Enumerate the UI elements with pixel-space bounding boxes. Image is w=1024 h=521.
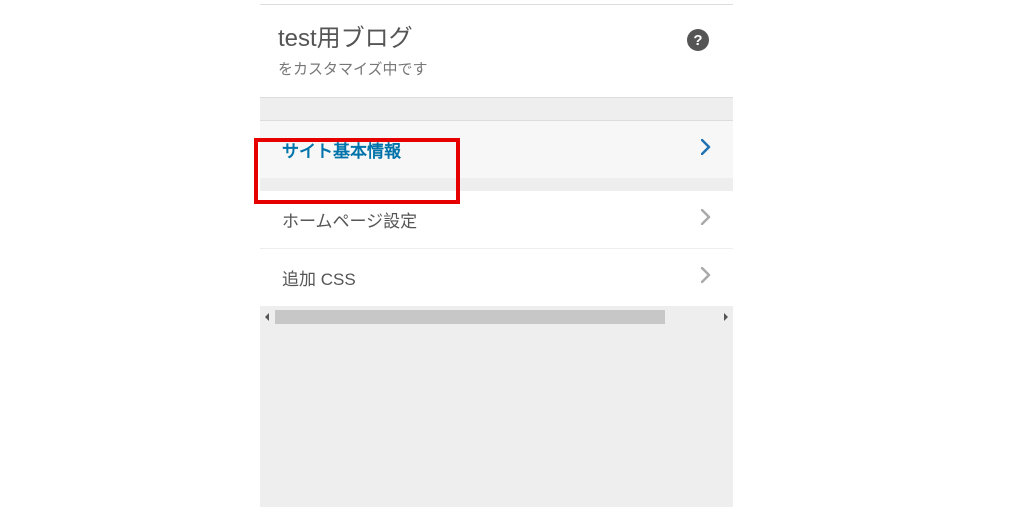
menu-item-site-identity[interactable]: サイト基本情報 (260, 121, 733, 179)
chevron-right-icon (701, 139, 711, 160)
menu-gap (260, 179, 733, 191)
scroll-thumb[interactable] (275, 310, 665, 324)
chevron-right-icon (701, 267, 711, 288)
menu-item-additional-css[interactable]: 追加 CSS (260, 249, 733, 307)
chevron-right-icon (701, 209, 711, 230)
help-icon[interactable]: ? (687, 29, 709, 51)
scroll-right-arrow-icon[interactable] (721, 312, 731, 322)
scroll-left-arrow-icon[interactable] (262, 312, 272, 322)
customizing-subtitle: をカスタマイズ中です (278, 58, 687, 79)
header-text: test用ブログ をカスタマイズ中です (278, 23, 687, 79)
customizer-panel: test用ブログ をカスタマイズ中です ? サイト基本情報 ホームページ設定 追… (260, 4, 733, 507)
panel-header: test用ブログ をカスタマイズ中です ? (260, 5, 733, 97)
menu-item-label: 追加 CSS (282, 265, 701, 290)
menu-item-homepage-settings[interactable]: ホームページ設定 (260, 191, 733, 249)
menu-item-label: ホームページ設定 (282, 207, 701, 232)
horizontal-scrollbar[interactable] (260, 307, 733, 327)
scroll-track[interactable] (275, 310, 718, 324)
menu-item-label: サイト基本情報 (282, 137, 701, 162)
preview-area (260, 307, 733, 507)
site-title: test用ブログ (278, 23, 687, 54)
section-spacer (260, 97, 733, 121)
